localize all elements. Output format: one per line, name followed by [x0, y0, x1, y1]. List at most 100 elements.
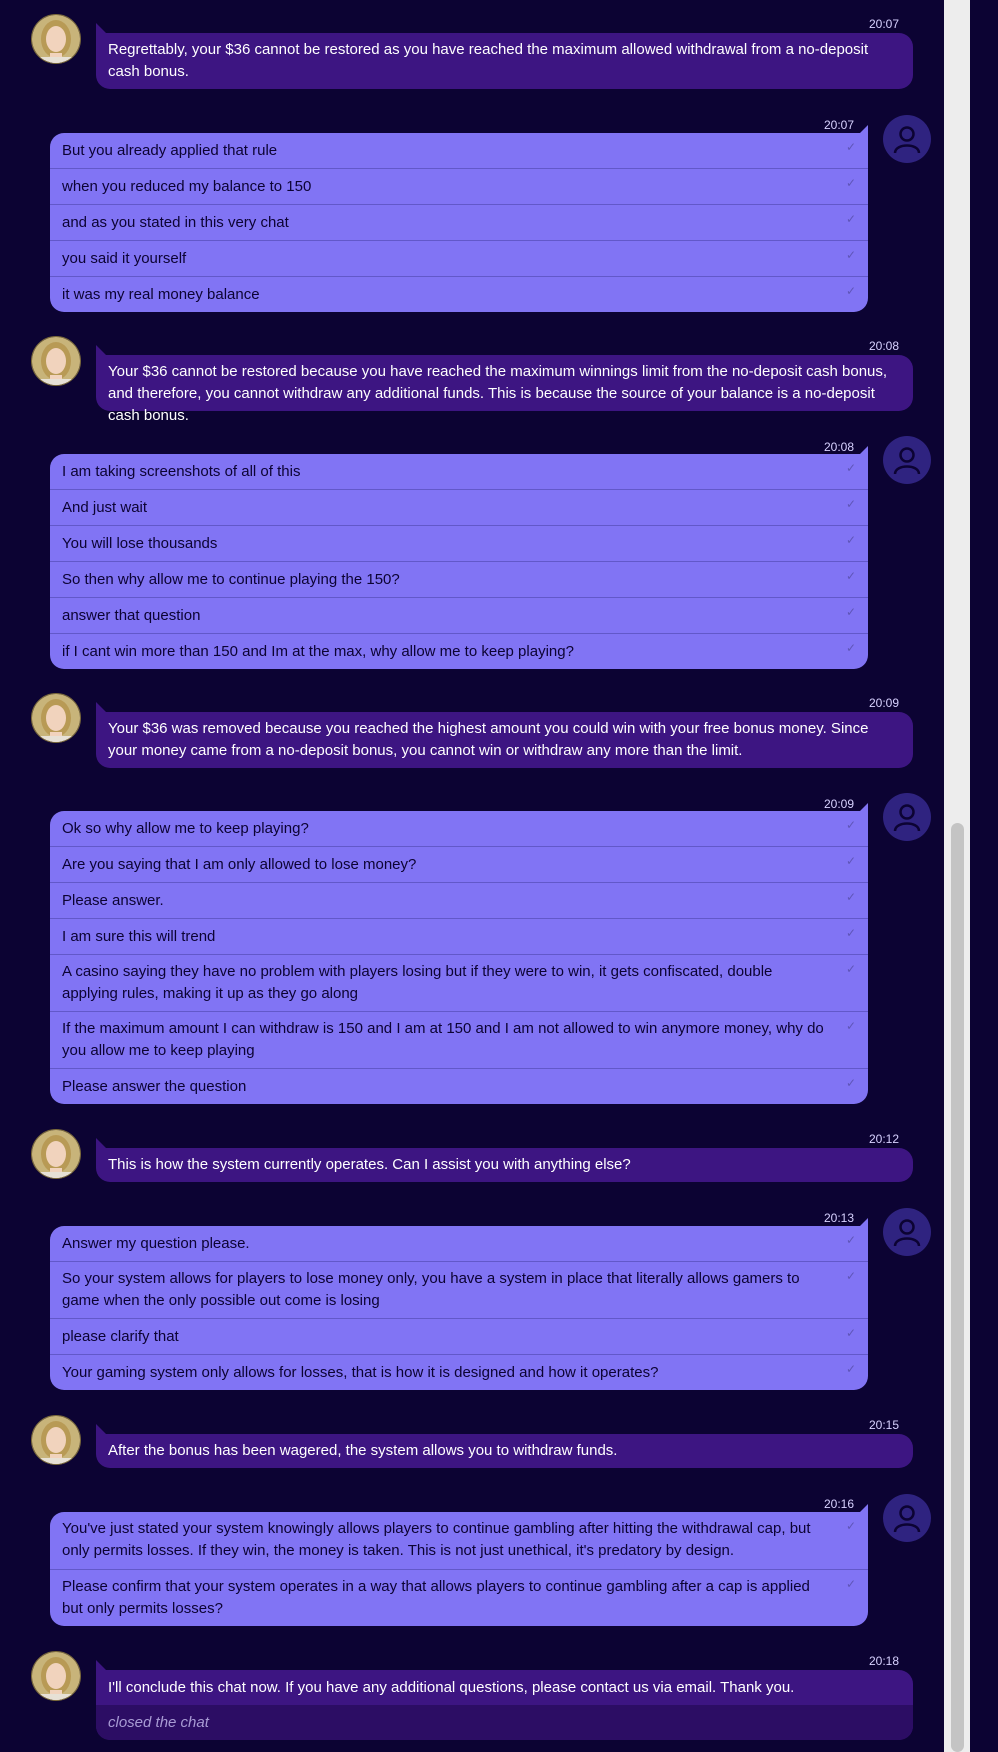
agent-photo-icon: [32, 694, 80, 742]
check-icon: ✓: [845, 533, 856, 547]
message-timestamp: 20:09: [869, 696, 900, 710]
message-timestamp: 20:12: [869, 1132, 900, 1146]
user-message-group: But you already applied that rule ✓ when …: [50, 125, 868, 312]
user-message-text: You will lose thousands: [62, 535, 218, 552]
user-avatar: [883, 115, 931, 163]
user-message-text: when you reduced my balance to 150: [62, 178, 312, 195]
user-message-text: But you already applied that rule: [62, 142, 278, 159]
user-message: So then why allow me to continue playing…: [50, 561, 868, 597]
user-silhouette-icon: [893, 1219, 921, 1247]
agent-photo-icon: [32, 1416, 80, 1464]
user-message-text: And just wait: [62, 499, 148, 516]
check-icon: ✓: [845, 497, 856, 511]
agent-avatar: [31, 693, 81, 743]
agent-message: I'll conclude this chat now. If you have…: [96, 1660, 913, 1740]
user-message-text: You've just stated your system knowingly…: [62, 1520, 811, 1559]
user-message: when you reduced my balance to 150 ✓: [50, 168, 868, 204]
user-message-group: Ok so why allow me to keep playing? ✓ Are…: [50, 803, 868, 1104]
check-icon: ✓: [845, 641, 856, 655]
user-avatar: [883, 436, 931, 484]
user-message-text: and as you stated in this very chat: [62, 214, 289, 231]
agent-avatar: [31, 1651, 81, 1701]
user-message-text: A casino saying they have no problem wit…: [62, 963, 773, 1002]
message-timestamp: 20:15: [869, 1418, 900, 1432]
user-message: Please answer the question ✓: [50, 1068, 868, 1104]
check-icon: ✓: [845, 140, 856, 154]
message-timestamp: 20:08: [869, 339, 900, 353]
user-message-text: So then why allow me to continue playing…: [62, 571, 400, 588]
chat-transcript: 20:07 Regrettably, your $36 cannot be re…: [0, 0, 944, 1752]
user-message: you said it yourself ✓: [50, 240, 868, 276]
user-silhouette-icon: [893, 804, 921, 832]
window-edge: [970, 0, 998, 1752]
check-icon: ✓: [845, 1019, 856, 1033]
agent-photo-icon: [32, 337, 80, 385]
scrollbar-thumb[interactable]: [951, 823, 964, 1752]
message-timestamp: 20:07: [824, 118, 855, 132]
check-icon: ✓: [845, 854, 856, 868]
user-message: So your system allows for players to los…: [50, 1261, 868, 1318]
user-avatar: [883, 793, 931, 841]
user-avatar: [883, 1494, 931, 1542]
check-icon: ✓: [845, 926, 856, 940]
user-message: You will lose thousands ✓: [50, 525, 868, 561]
agent-photo-icon: [32, 15, 80, 63]
check-icon: ✓: [845, 248, 856, 262]
agent-message-text: Your $36 was removed because you reached…: [108, 720, 869, 759]
user-message-group: Answer my question please. ✓ So your syst…: [50, 1218, 868, 1390]
user-message-text: Please answer.: [62, 892, 164, 909]
user-message: it was my real money balance ✓: [50, 276, 868, 312]
user-message: But you already applied that rule ✓: [50, 133, 868, 168]
check-icon: ✓: [845, 284, 856, 298]
user-avatar: [883, 1208, 931, 1256]
user-message: I am sure this will trend ✓: [50, 918, 868, 954]
agent-avatar: [31, 1415, 81, 1465]
check-icon: ✓: [845, 212, 856, 226]
agent-message-text: Regrettably, your $36 cannot be restored…: [108, 41, 869, 80]
user-message: if I cant win more than 150 and Im at th…: [50, 633, 868, 669]
user-message: If the maximum amount I can withdraw is …: [50, 1011, 868, 1068]
user-message: A casino saying they have no problem wit…: [50, 954, 868, 1011]
user-message-text: answer that question: [62, 607, 201, 624]
check-icon: ✓: [845, 818, 856, 832]
check-icon: ✓: [845, 605, 856, 619]
check-icon: ✓: [845, 569, 856, 583]
user-message-text: it was my real money balance: [62, 286, 260, 303]
agent-message-text: After the bonus has been wagered, the sy…: [108, 1442, 618, 1459]
user-message: please clarify that ✓: [50, 1318, 868, 1354]
message-timestamp: 20:16: [824, 1497, 855, 1511]
agent-avatar: [31, 336, 81, 386]
user-message: Your gaming system only allows for losse…: [50, 1354, 868, 1390]
agent-avatar: [31, 1129, 81, 1179]
user-silhouette-icon: [893, 447, 921, 475]
user-message-text: if I cant win more than 150 and Im at th…: [62, 643, 574, 660]
user-message-text: I am taking screenshots of all of this: [62, 463, 301, 480]
message-timestamp: 20:09: [824, 797, 855, 811]
agent-message-text: I'll conclude this chat now. If you have…: [108, 1679, 795, 1696]
agent-message: After the bonus has been wagered, the sy…: [96, 1424, 913, 1468]
user-message-text: Ok so why allow me to keep playing?: [62, 820, 309, 837]
message-timestamp: 20:07: [869, 17, 900, 31]
user-message: I am taking screenshots of all of this ✓: [50, 454, 868, 489]
user-message-text: Your gaming system only allows for losse…: [62, 1364, 659, 1381]
user-message: and as you stated in this very chat ✓: [50, 204, 868, 240]
user-message-text: Please confirm that your system operates…: [62, 1578, 810, 1617]
check-icon: ✓: [845, 1326, 856, 1340]
message-timestamp: 20:13: [824, 1211, 855, 1225]
user-message-text: So your system allows for players to los…: [62, 1270, 800, 1309]
check-icon: ✓: [845, 461, 856, 475]
user-message-text: Are you saying that I am only allowed to…: [62, 856, 417, 873]
user-message: Are you saying that I am only allowed to…: [50, 846, 868, 882]
scrollbar[interactable]: [944, 0, 970, 1752]
user-message: Answer my question please. ✓: [50, 1226, 868, 1261]
check-icon: ✓: [845, 1519, 856, 1533]
user-message-text: I am sure this will trend: [62, 928, 216, 945]
agent-photo-icon: [32, 1130, 80, 1178]
check-icon: ✓: [845, 890, 856, 904]
user-message-text: Answer my question please.: [62, 1235, 250, 1252]
user-silhouette-icon: [893, 1505, 921, 1533]
agent-message: This is how the system currently operate…: [96, 1138, 913, 1182]
user-message: You've just stated your system knowingly…: [50, 1512, 868, 1569]
message-timestamp: 20:08: [824, 440, 855, 454]
agent-avatar: [31, 14, 81, 64]
